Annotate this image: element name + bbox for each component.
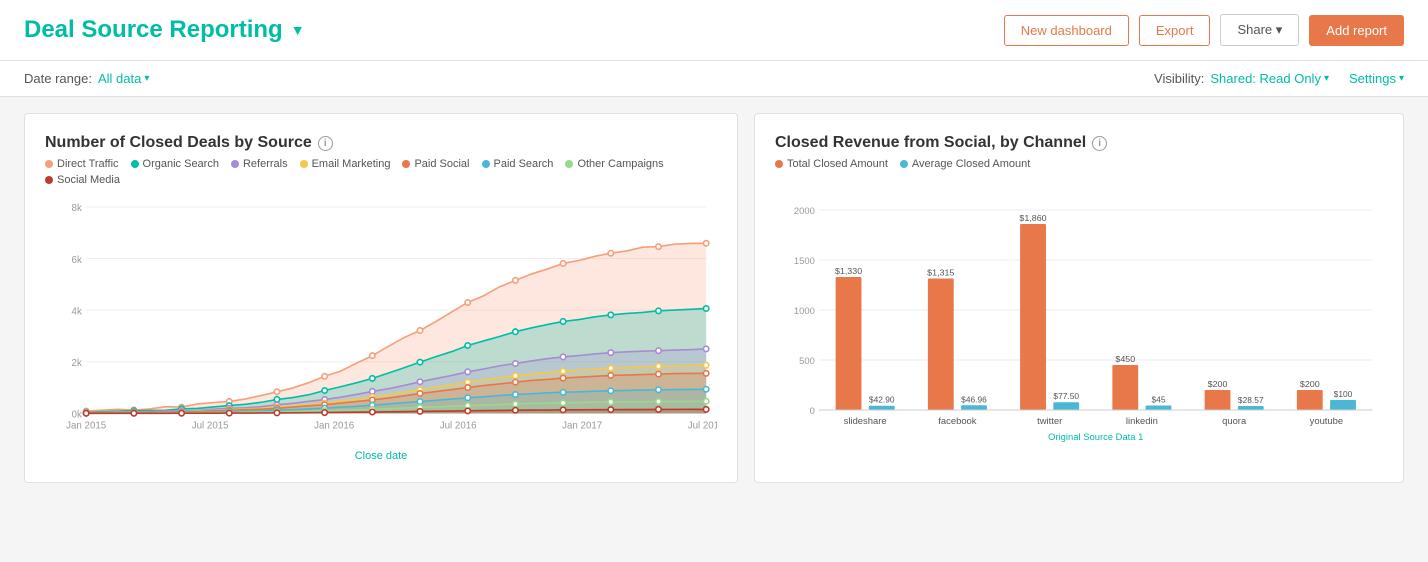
svg-text:$77.50: $77.50 (1053, 392, 1079, 401)
svg-text:6k: 6k (72, 255, 82, 266)
legend-item: Other Campaigns (565, 158, 663, 170)
date-range-caret-icon: ▾ (144, 73, 149, 84)
svg-text:0: 0 (810, 406, 815, 416)
svg-text:youtube: youtube (1310, 416, 1344, 426)
left-chart-info-icon[interactable]: i (318, 136, 333, 151)
svg-text:500: 500 (799, 356, 815, 366)
legend-label: Average Closed Amount (912, 158, 1030, 170)
svg-text:$1,315: $1,315 (927, 268, 954, 278)
svg-text:$46.96: $46.96 (961, 395, 987, 404)
svg-text:$1,860: $1,860 (1019, 213, 1046, 223)
svg-text:$28.57: $28.57 (1238, 396, 1264, 405)
legend-dot (45, 176, 53, 184)
left-chart-legend: Direct Traffic Organic Search Referrals Ema… (45, 158, 717, 186)
svg-text:twitter: twitter (1037, 416, 1062, 426)
right-chart-legend: Total Closed Amount Average Closed Amount (775, 158, 1383, 170)
svg-text:facebook: facebook (938, 416, 977, 426)
header: Deal Source Reporting ▼ New dashboard Ex… (0, 0, 1428, 61)
legend-item: Email Marketing (300, 158, 391, 170)
legend-item: Social Media (45, 174, 120, 186)
svg-text:Jul 2015: Jul 2015 (192, 421, 229, 432)
left-chart-title: Number of Closed Deals by Source i (45, 134, 717, 152)
svg-text:$100: $100 (1334, 390, 1353, 399)
legend-item: Average Closed Amount (900, 158, 1030, 170)
svg-text:$200: $200 (1300, 379, 1320, 389)
right-chart-info-icon[interactable]: i (1092, 136, 1107, 151)
add-report-button[interactable]: Add report (1309, 15, 1404, 46)
legend-label: Direct Traffic (57, 158, 119, 170)
legend-label: Social Media (57, 174, 120, 186)
visibility-label: Visibility: (1154, 71, 1204, 86)
svg-text:Original Source Data 1: Original Source Data 1 (1048, 432, 1143, 442)
legend-item: Paid Social (402, 158, 469, 170)
svg-text:$1,330: $1,330 (835, 266, 862, 276)
visibility-selector[interactable]: Shared: Read Only ▾ (1210, 71, 1329, 86)
svg-text:slideshare: slideshare (844, 416, 887, 426)
legend-item: Paid Search (482, 158, 554, 170)
svg-text:1500: 1500 (794, 256, 815, 266)
svg-text:4k: 4k (72, 306, 82, 317)
title-text: Deal Source Reporting (24, 16, 283, 44)
legend-label: Total Closed Amount (787, 158, 888, 170)
svg-text:Jul 2017: Jul 2017 (688, 421, 717, 432)
left-chart-x-label: Close date (45, 450, 717, 462)
legend-dot (775, 160, 783, 168)
header-buttons: New dashboard Export Share ▾ Add report (1004, 14, 1404, 46)
main-content: Number of Closed Deals by Source i Direc… (0, 97, 1428, 499)
svg-text:8k: 8k (72, 203, 82, 214)
legend-label: Paid Search (494, 158, 554, 170)
svg-text:$450: $450 (1115, 354, 1135, 364)
legend-dot (482, 160, 490, 168)
toolbar-left: Date range: All data ▾ (24, 71, 149, 86)
legend-dot (231, 160, 239, 168)
svg-text:1000: 1000 (794, 306, 815, 316)
right-chart-area: 2000 1500 1000 500 0 $1,330 $42.90 slideshare $1… (775, 180, 1383, 460)
legend-label: Paid Social (414, 158, 469, 170)
visibility-caret-icon: ▾ (1324, 73, 1329, 84)
svg-text:$200: $200 (1208, 379, 1228, 389)
new-dashboard-button[interactable]: New dashboard (1004, 15, 1129, 46)
svg-text:Jan 2016: Jan 2016 (314, 421, 354, 432)
left-chart-area: 8k 6k 4k 2k 0kJan 2015 Jul 2015 Jan 2016 Jul 20… (45, 196, 717, 446)
legend-dot (131, 160, 139, 168)
legend-item: Organic Search (131, 158, 219, 170)
legend-dot (300, 160, 308, 168)
legend-item: Total Closed Amount (775, 158, 888, 170)
toolbar: Date range: All data ▾ Visibility: Share… (0, 61, 1428, 97)
legend-label: Organic Search (143, 158, 219, 170)
legend-label: Referrals (243, 158, 288, 170)
svg-text:Jan 2015: Jan 2015 (66, 421, 107, 432)
legend-dot (565, 160, 573, 168)
settings-caret-icon: ▾ (1399, 73, 1404, 84)
legend-label: Email Marketing (312, 158, 391, 170)
legend-item: Direct Traffic (45, 158, 119, 170)
date-range-selector[interactable]: All data ▾ (98, 71, 149, 86)
toolbar-right: Visibility: Shared: Read Only ▾ Settings… (1154, 71, 1404, 86)
legend-dot (402, 160, 410, 168)
svg-text:2000: 2000 (794, 206, 815, 216)
share-button[interactable]: Share ▾ (1220, 14, 1299, 46)
svg-text:0k: 0k (72, 410, 82, 421)
right-chart-title: Closed Revenue from Social, by Channel i (775, 134, 1383, 152)
date-range-label: Date range: (24, 71, 92, 86)
export-button[interactable]: Export (1139, 15, 1211, 46)
left-chart-card: Number of Closed Deals by Source i Direc… (24, 113, 738, 483)
right-chart-card: Closed Revenue from Social, by Channel i… (754, 113, 1404, 483)
svg-text:quora: quora (1222, 416, 1247, 426)
svg-text:$45: $45 (1152, 396, 1166, 405)
settings-selector[interactable]: Settings ▾ (1349, 71, 1404, 86)
legend-dot (45, 160, 53, 168)
legend-label: Other Campaigns (577, 158, 663, 170)
legend-dot (900, 160, 908, 168)
title-chevron-icon[interactable]: ▼ (291, 22, 305, 38)
svg-text:linkedin: linkedin (1126, 416, 1158, 426)
legend-item: Referrals (231, 158, 288, 170)
svg-text:$42.90: $42.90 (869, 396, 895, 405)
page-title: Deal Source Reporting ▼ (24, 16, 305, 44)
svg-text:Jul 2016: Jul 2016 (440, 421, 477, 432)
svg-text:2k: 2k (72, 358, 82, 369)
svg-text:Jan 2017: Jan 2017 (562, 421, 602, 432)
